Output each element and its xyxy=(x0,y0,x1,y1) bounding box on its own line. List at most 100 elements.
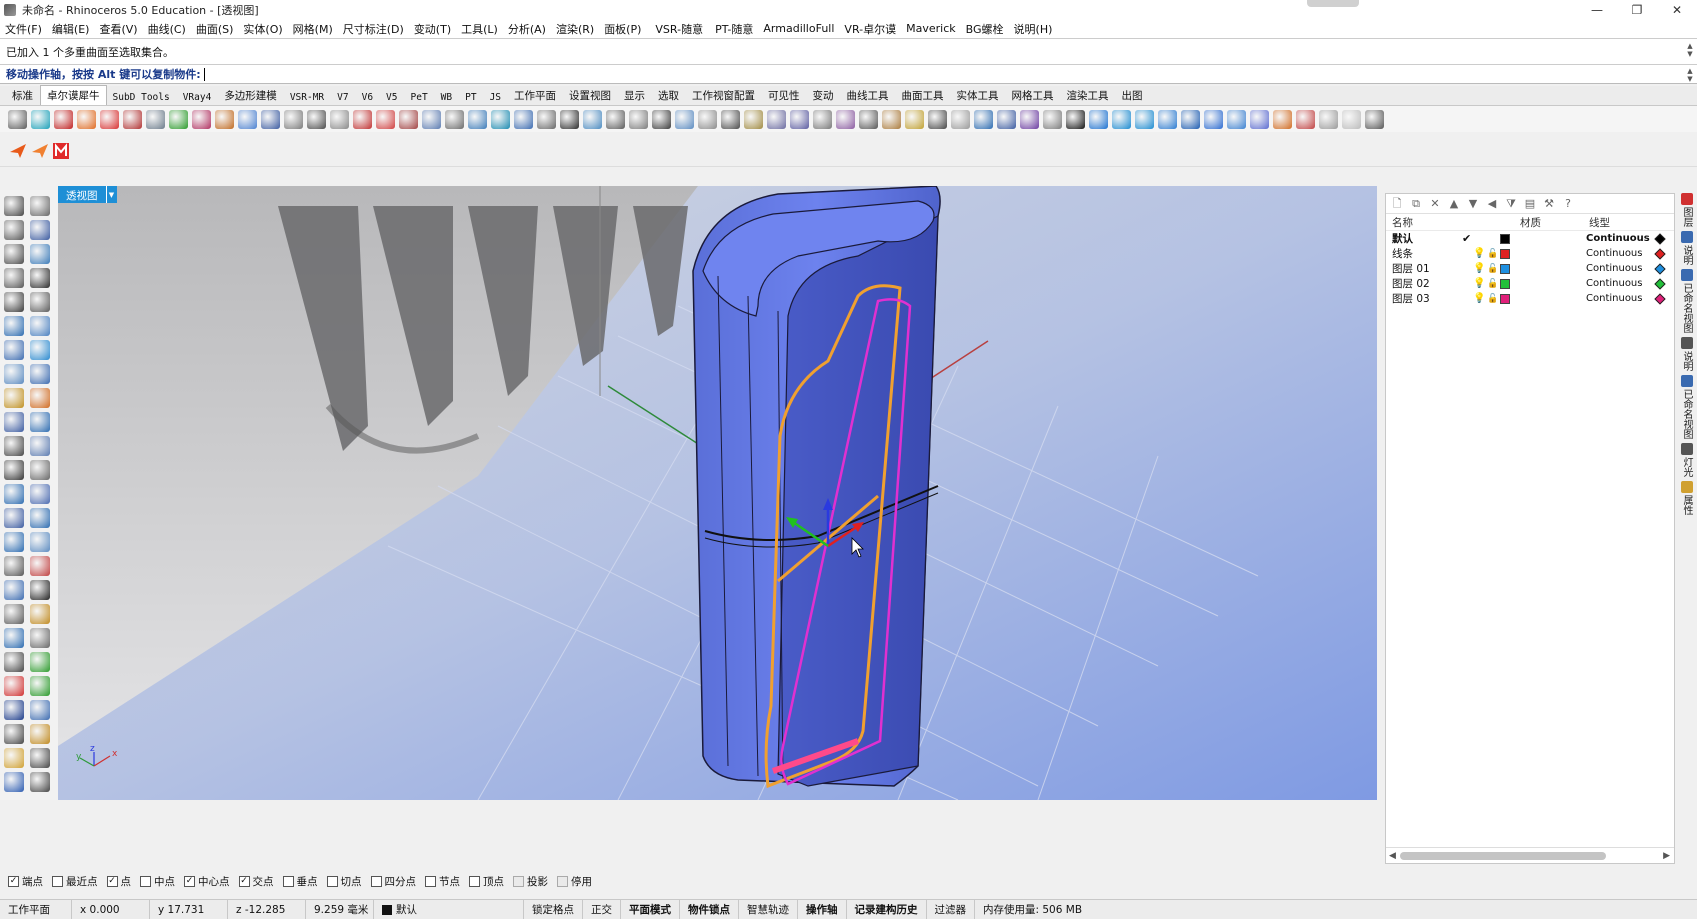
left-tool-icon[interactable] xyxy=(30,316,50,336)
toolbar-tool-icon[interactable] xyxy=(284,109,303,129)
toolbar-tool-icon[interactable] xyxy=(330,109,349,129)
status-filter[interactable]: 过滤器 xyxy=(927,899,975,919)
toolbar-tab-11[interactable]: PT xyxy=(459,90,483,105)
toolbar-tool-icon[interactable] xyxy=(1089,109,1108,129)
toolbar-tool-icon[interactable] xyxy=(767,109,786,129)
menu-edit[interactable]: 编辑(E) xyxy=(52,21,90,37)
print-color-diamond-icon[interactable] xyxy=(1654,262,1666,275)
menu-view[interactable]: 查看(V) xyxy=(99,21,137,37)
toolbar-tool-icon[interactable] xyxy=(560,109,579,129)
toolbar-tool-icon[interactable] xyxy=(1158,109,1177,129)
status-grid-snap[interactable]: 锁定格点 xyxy=(524,899,583,919)
m-logo-icon[interactable] xyxy=(50,142,70,160)
toolbar-tool-icon[interactable] xyxy=(54,109,73,129)
menu-pt[interactable]: PT-随意 xyxy=(715,21,753,37)
toolbar-tool-icon[interactable] xyxy=(997,109,1016,129)
menu-vsr[interactable]: VSR-随意 xyxy=(655,21,703,37)
toolbar-tool-icon[interactable] xyxy=(1365,109,1384,129)
layer-name[interactable]: 图层 01 xyxy=(1392,261,1430,276)
scroll-right-icon[interactable]: ▶ xyxy=(1663,851,1670,861)
layer-color-swatch[interactable] xyxy=(1500,263,1510,274)
toolbar-tool-icon[interactable] xyxy=(652,109,671,129)
menu-tools[interactable]: 工具(L) xyxy=(461,21,498,37)
toolbar-tool-icon[interactable] xyxy=(675,109,694,129)
print-color-diamond-icon[interactable] xyxy=(1654,247,1666,260)
toolbar-tab-18[interactable]: 可见性 xyxy=(762,86,807,105)
left-tool-icon[interactable] xyxy=(4,604,24,624)
toolbar-tab-17[interactable]: 工作视窗配置 xyxy=(686,86,762,105)
toolbar-tool-icon[interactable] xyxy=(744,109,763,129)
toolbar-tool-icon[interactable] xyxy=(537,109,556,129)
print-color-diamond-icon[interactable] xyxy=(1654,232,1666,245)
left-tool-icon[interactable] xyxy=(4,556,24,576)
toolbar-tab-5[interactable]: VSR-MR xyxy=(284,90,331,105)
left-tool-icon[interactable] xyxy=(4,532,24,552)
left-tool-icon[interactable] xyxy=(30,292,50,312)
osnap-toggle[interactable]: 停用 xyxy=(557,874,592,889)
osnap-toggle[interactable]: ✓ 交点 xyxy=(238,874,274,889)
osnap-checkbox[interactable]: ✓ xyxy=(106,875,118,887)
history-scroll-arrows[interactable]: ▲ ▼ xyxy=(1685,42,1695,58)
menu-surface[interactable]: 曲面(S) xyxy=(196,21,234,37)
toolbar-tool-icon[interactable] xyxy=(974,109,993,129)
left-tool-icon[interactable] xyxy=(4,388,24,408)
left-tool-icon[interactable] xyxy=(4,220,24,240)
left-tool-icon[interactable] xyxy=(4,268,24,288)
layer-name[interactable]: 图层 02 xyxy=(1392,276,1430,291)
unlock-icon[interactable]: 🔓 xyxy=(1487,249,1498,259)
left-tool-icon[interactable] xyxy=(30,556,50,576)
osnap-toggle[interactable]: 投影 xyxy=(513,874,548,889)
toolbar-tool-icon[interactable] xyxy=(928,109,947,129)
toolbar-tab-14[interactable]: 设置视图 xyxy=(563,86,618,105)
left-tool-icon[interactable] xyxy=(4,436,24,456)
layer-color-swatch[interactable] xyxy=(1500,248,1510,259)
toolbar-tool-icon[interactable] xyxy=(1204,109,1223,129)
toolbar-tool-icon[interactable] xyxy=(468,109,487,129)
left-tool-icon[interactable] xyxy=(4,628,24,648)
layer-linetype[interactable]: Continuous xyxy=(1586,233,1650,244)
osnap-checkbox[interactable] xyxy=(52,875,63,887)
toolbar-tool-icon[interactable] xyxy=(77,109,96,129)
status-osnap[interactable]: 物件锁点 xyxy=(680,899,739,919)
left-tool-icon[interactable] xyxy=(30,772,50,792)
menu-dimension[interactable]: 尺寸标注(D) xyxy=(343,21,404,37)
unlock-icon[interactable]: 🔓 xyxy=(1487,279,1498,289)
toolbar-tool-icon[interactable] xyxy=(698,109,717,129)
osnap-toggle[interactable]: ✓ 中心点 xyxy=(184,874,230,889)
toolbar-tool-icon[interactable] xyxy=(1273,109,1292,129)
side-tab-5[interactable]: 灯光 xyxy=(1677,443,1696,477)
status-history[interactable]: 记录建构历史 xyxy=(847,899,927,919)
toolbar-tab-8[interactable]: V5 xyxy=(380,90,404,105)
osnap-checkbox[interactable] xyxy=(326,875,338,887)
layer-color-swatch[interactable] xyxy=(1500,233,1510,244)
left-tool-icon[interactable] xyxy=(30,460,50,480)
toolbar-tool-icon[interactable] xyxy=(491,109,510,129)
toolbar-tool-icon[interactable] xyxy=(353,109,372,129)
toolbar-tab-0[interactable]: 标准 xyxy=(6,86,40,105)
toolbar-tool-icon[interactable] xyxy=(629,109,648,129)
left-tool-icon[interactable] xyxy=(4,412,24,432)
menu-curve[interactable]: 曲线(C) xyxy=(148,21,186,37)
toolbar-tool-icon[interactable] xyxy=(882,109,901,129)
layer-color-swatch[interactable] xyxy=(1500,293,1510,304)
status-gumball[interactable]: 操作轴 xyxy=(798,899,847,919)
toolbar-tool-icon[interactable] xyxy=(1319,109,1338,129)
unlock-icon[interactable]: 🔓 xyxy=(1487,294,1498,304)
toolbar-tool-icon[interactable] xyxy=(8,109,27,129)
toolbar-tool-icon[interactable] xyxy=(307,109,326,129)
left-tool-icon[interactable] xyxy=(4,484,24,504)
left-tool-icon[interactable] xyxy=(4,772,24,792)
left-tool-icon[interactable] xyxy=(4,676,24,696)
toolbar-tool-icon[interactable] xyxy=(905,109,924,129)
toolbar-tab-10[interactable]: WB xyxy=(435,90,459,105)
toolbar-tab-19[interactable]: 变动 xyxy=(807,86,841,105)
osnap-toggle[interactable]: 中点 xyxy=(140,874,175,889)
left-tool-icon[interactable] xyxy=(30,628,50,648)
osnap-checkbox[interactable] xyxy=(557,875,568,887)
left-tool-icon[interactable] xyxy=(30,676,50,696)
left-tool-icon[interactable] xyxy=(4,244,24,264)
side-tab-6[interactable]: 属性 xyxy=(1677,481,1696,515)
layer-row[interactable]: 默认 ✔ Continuous xyxy=(1386,231,1674,246)
header-name[interactable]: 名称 xyxy=(1392,215,1413,230)
side-tab-2[interactable]: 已命名视图 xyxy=(1677,269,1696,333)
